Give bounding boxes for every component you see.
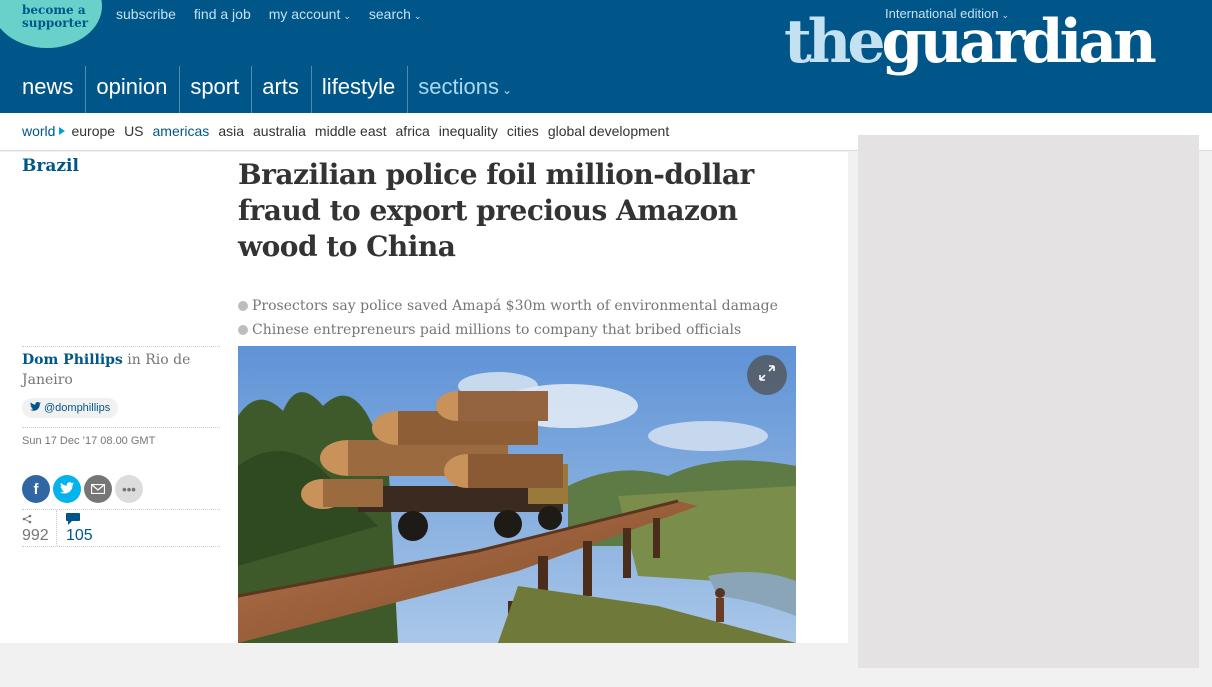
section-label[interactable]: Brazil [22, 156, 79, 176]
logo-guardian: guardian [881, 7, 1157, 77]
chevron-down-icon: ⌄ [413, 11, 422, 21]
standfirst: Prosectors say police saved Amapá $30m w… [238, 294, 798, 342]
subnav-item-europe[interactable]: europe [71, 123, 115, 139]
comment-count-link[interactable]: 105 [57, 510, 93, 546]
subnav-item-africa[interactable]: africa [396, 123, 430, 139]
byline: Dom Phillips in Rio de Janeiro [22, 347, 220, 390]
sections-menu-button[interactable]: sections ⌄ [407, 66, 524, 113]
chevron-down-icon: ⌄ [343, 11, 351, 21]
expand-icon [757, 363, 777, 388]
search-link[interactable]: search ⌄ [369, 6, 422, 22]
chevron-right-icon [59, 127, 66, 135]
standfirst-text: Prosectors say police saved Amapá $30m w… [252, 298, 778, 314]
comment-icon [66, 513, 93, 528]
twitter-bird-icon [30, 401, 41, 414]
subnav-item-asia[interactable]: asia [218, 123, 244, 139]
article-headline: Brazilian police foil million-dollar fra… [238, 158, 754, 263]
top-links: subscribe find a job my account ⌄ search ⌄ [116, 6, 421, 22]
logo-the: the [784, 7, 885, 77]
email-icon [90, 481, 106, 498]
expand-image-button[interactable] [747, 355, 787, 395]
pillar-arts[interactable]: arts [251, 66, 311, 113]
twitter-icon [60, 481, 74, 498]
subnav-item-australia[interactable]: australia [253, 123, 306, 139]
subnav-item-cities[interactable]: cities [507, 123, 539, 139]
share-twitter-button[interactable] [53, 475, 81, 503]
advertisement-slot [858, 135, 1199, 668]
share-count-value: 992 [22, 527, 49, 544]
article-meta: Dom Phillips in Rio de Janeiro @domphill… [22, 346, 220, 547]
become-supporter-button[interactable]: become a supporter [0, 0, 102, 48]
search-label: search [368, 6, 411, 22]
standfirst-item: Prosectors say police saved Amapá $30m w… [238, 294, 798, 318]
sections-label: sections [418, 74, 499, 99]
article-content: Brazil Brazilian police foil million-dol… [0, 152, 848, 643]
share-email-button[interactable] [84, 475, 112, 503]
logging-truck-photo [238, 346, 796, 643]
share-buttons: f ••• [22, 475, 220, 503]
my-account-label: my account [268, 6, 341, 22]
date-text: Sun 17 Dec ’17 08.00 GMT [22, 435, 156, 447]
pillar-sport[interactable]: sport [179, 66, 251, 113]
subnav-item-global-development[interactable]: global development [548, 123, 669, 139]
my-account-link[interactable]: my account ⌄ [269, 6, 351, 22]
subnav-parent-world[interactable]: world [22, 123, 55, 139]
find-a-job-link[interactable]: find a job [194, 6, 251, 22]
subnav-item-us[interactable]: US [124, 123, 143, 139]
twitter-handle-label: @domphillips [44, 402, 111, 414]
facebook-icon: f [33, 480, 39, 498]
guardian-logo[interactable]: theguardian [784, 6, 1157, 78]
standfirst-text: Chinese entrepreneurs paid millions to c… [252, 322, 742, 338]
share-more-button[interactable]: ••• [115, 475, 143, 503]
pillar-opinion[interactable]: opinion [85, 66, 179, 113]
subscribe-link[interactable]: subscribe [116, 6, 176, 22]
engagement-counts: 992 105 [22, 509, 220, 547]
subnav-item-middle-east[interactable]: middle east [315, 123, 387, 139]
twitter-handle-button[interactable]: @domphillips [22, 398, 119, 418]
pillar-lifestyle[interactable]: lifestyle [310, 66, 407, 113]
subnav-item-inequality[interactable]: inequality [439, 123, 498, 139]
share-count: 992 [22, 510, 57, 546]
subscribe-label: subscribe [116, 6, 176, 22]
hero-image [238, 346, 796, 643]
share-icon [22, 513, 56, 528]
comment-count-value: 105 [66, 527, 93, 544]
pillar-nav: news opinion sport arts lifestyle sectio… [0, 66, 524, 113]
bullet-icon [238, 325, 248, 335]
site-header: become a supporter subscribe find a job … [0, 0, 1212, 113]
find-a-job-label: find a job [193, 6, 251, 22]
chevron-down-icon: ⌄ [502, 83, 513, 97]
bullet-icon [238, 301, 248, 311]
supporter-label-line2: supporter [22, 16, 89, 30]
pillar-news[interactable]: news [0, 66, 85, 113]
share-facebook-button[interactable]: f [22, 475, 50, 503]
publication-date: Sun 17 Dec ’17 08.00 GMT [22, 427, 220, 465]
standfirst-item: Chinese entrepreneurs paid millions to c… [238, 318, 798, 342]
author-link[interactable]: Dom Phillips [22, 352, 123, 368]
subnav-item-americas[interactable]: americas [153, 123, 210, 139]
more-icon: ••• [122, 481, 136, 497]
